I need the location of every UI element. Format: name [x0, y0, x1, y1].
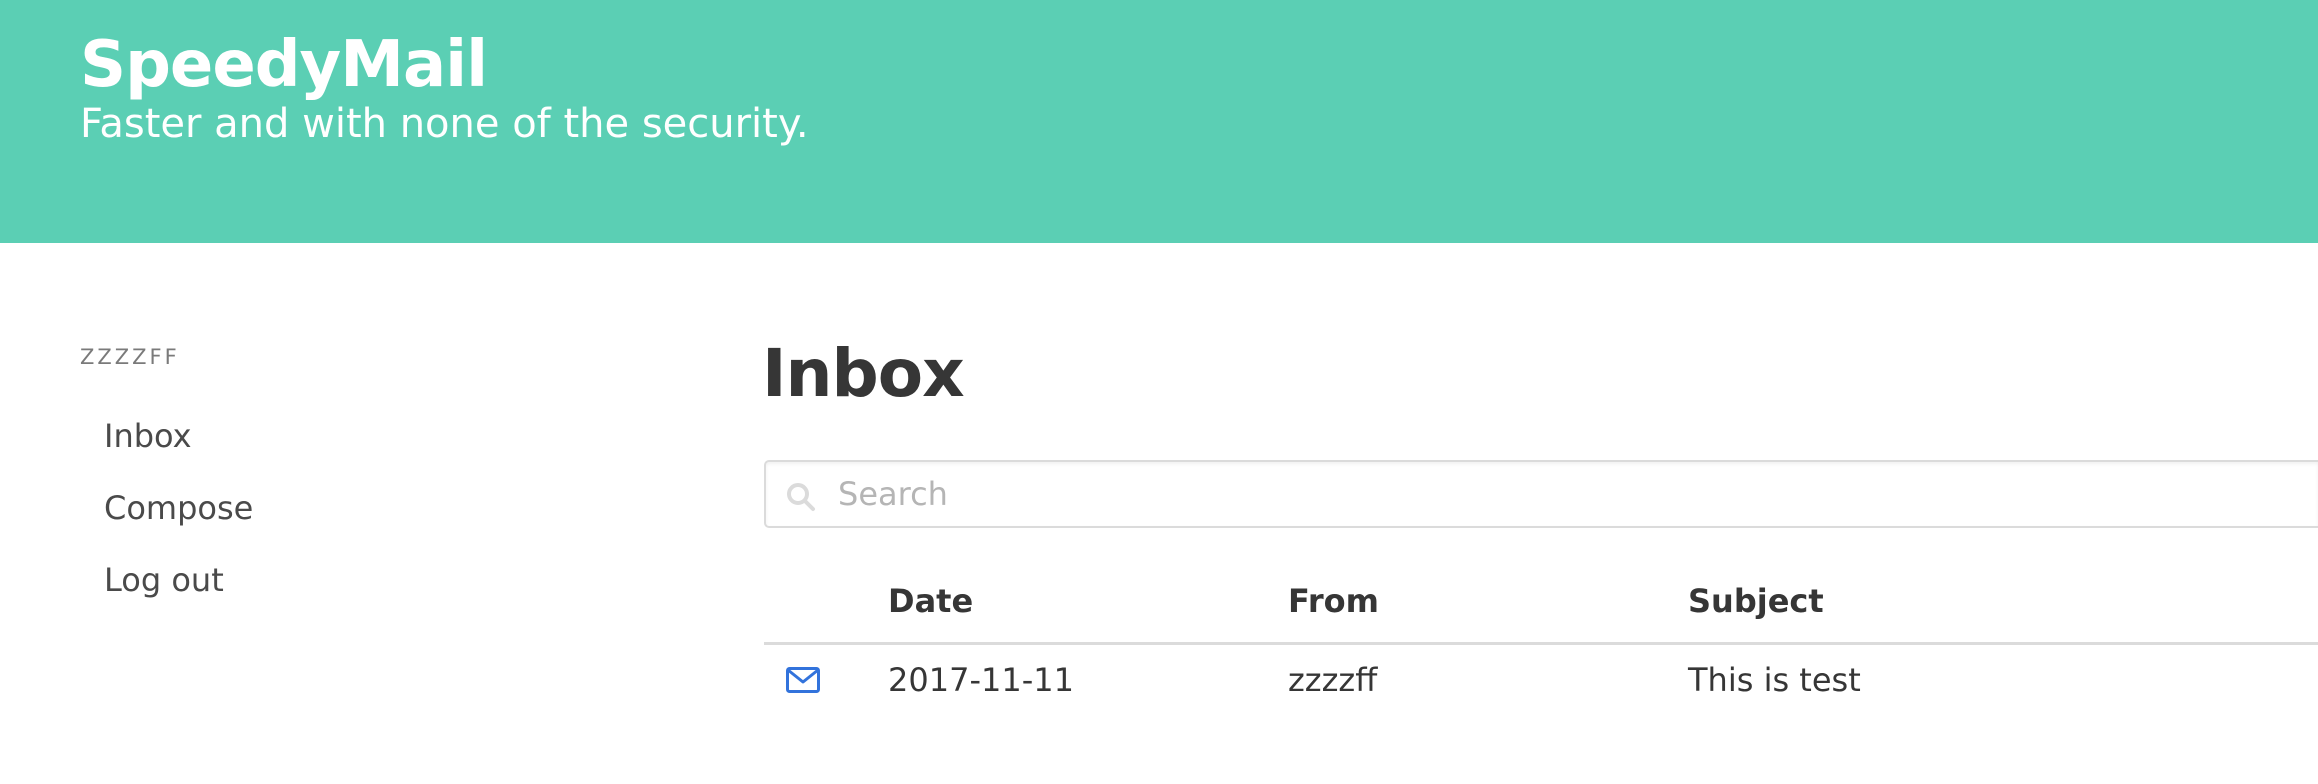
column-header-from: From	[1288, 582, 1379, 620]
sidebar-item-logout[interactable]: Log out	[80, 544, 253, 616]
column-header-subject: Subject	[1688, 582, 1824, 620]
page-title: Inbox	[762, 335, 965, 412]
sidebar-item-inbox[interactable]: Inbox	[80, 400, 253, 472]
sidebar-item-compose[interactable]: Compose	[80, 472, 253, 544]
app-title: SpeedyMail	[80, 28, 488, 102]
sidebar-username-label: zzzzff	[80, 345, 180, 369]
search-icon	[787, 483, 815, 511]
message-sender: zzzzff	[1288, 661, 1378, 699]
search-field[interactable]	[764, 460, 2318, 528]
inbox-table: Date From Subject 2017-11-11 zzzzff This…	[764, 570, 2318, 725]
column-header-date: Date	[888, 582, 974, 620]
table-header: Date From Subject	[764, 570, 2318, 645]
message-subject[interactable]: This is test	[1688, 661, 1861, 699]
search-input[interactable]	[838, 470, 2298, 518]
hero-banner: SpeedyMail Faster and with none of the s…	[0, 0, 2318, 243]
sidebar-menu: Inbox Compose Log out	[80, 400, 253, 616]
envelope-icon[interactable]	[786, 667, 820, 693]
table-row[interactable]: 2017-11-11 zzzzff This is test	[764, 645, 2318, 725]
message-date: 2017-11-11	[888, 661, 1074, 699]
app-subtitle: Faster and with none of the security.	[80, 101, 809, 147]
